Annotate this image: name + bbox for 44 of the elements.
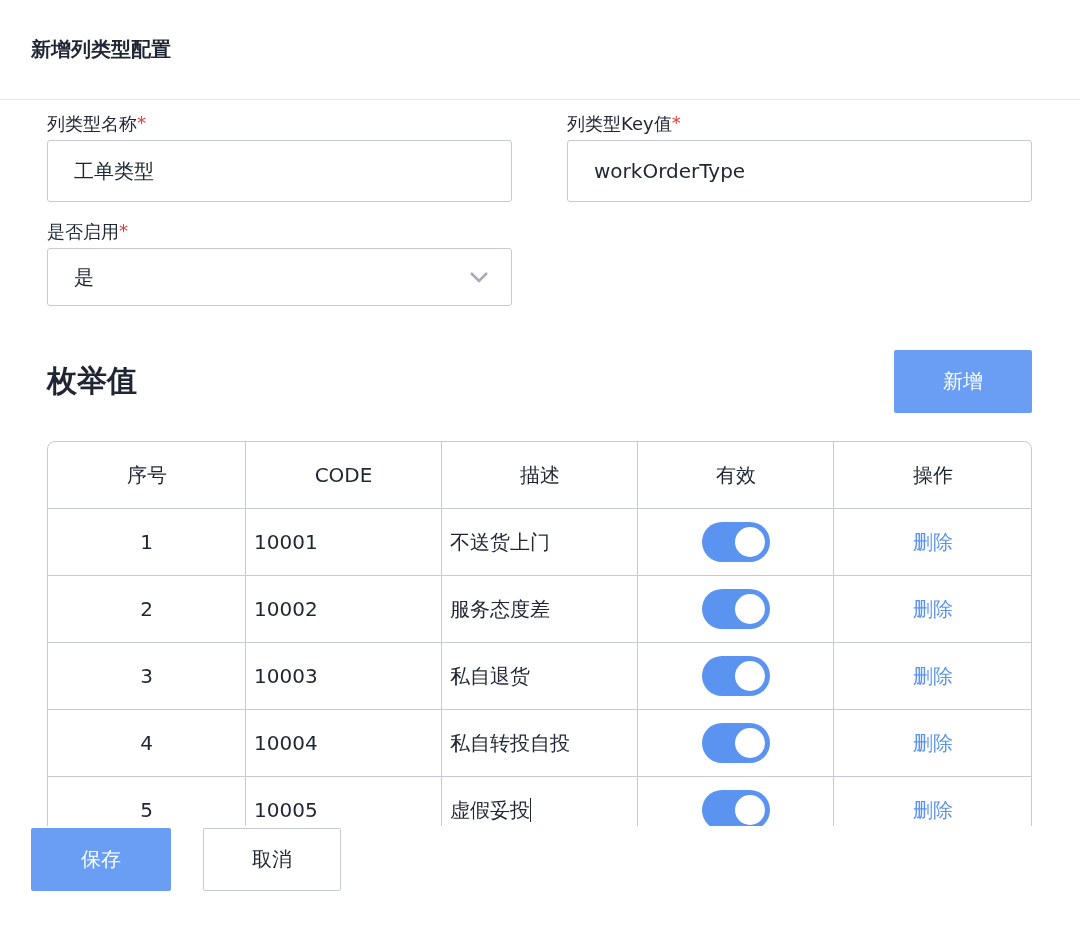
delete-link[interactable]: 删除 bbox=[912, 528, 953, 556]
table-cell-text: 5 bbox=[139, 797, 154, 824]
column-header: 操作 bbox=[833, 442, 1031, 508]
section-title: 枚举值 bbox=[47, 362, 137, 400]
table-cell: 10003 bbox=[245, 643, 441, 709]
input-field[interactable]: workOrderType bbox=[567, 140, 1032, 202]
input-field[interactable]: 工单类型 bbox=[47, 140, 512, 202]
field-label: 列类型Key值 bbox=[567, 112, 672, 136]
table-cell: 服务态度差 bbox=[441, 576, 637, 642]
add-button[interactable]: 新增 bbox=[894, 350, 1032, 413]
table-cell: 私自退货 bbox=[441, 643, 637, 709]
column-header: 序号 bbox=[125, 461, 168, 489]
table-cell: 10002 bbox=[245, 576, 441, 642]
table-cell: 不送货上门 bbox=[441, 509, 637, 575]
table-cell-text: 1 bbox=[139, 529, 154, 556]
table-cell-text: 2 bbox=[139, 596, 154, 623]
delete-link[interactable]: 删除 bbox=[912, 662, 953, 690]
field-label: 列类型名称 bbox=[47, 112, 137, 136]
delete-link[interactable]: 删除 bbox=[912, 729, 953, 757]
toggle-switch[interactable] bbox=[701, 790, 770, 826]
save-button[interactable]: 保存 bbox=[31, 828, 171, 891]
delete-link[interactable]: 删除 bbox=[912, 595, 953, 623]
chevron-down-icon bbox=[469, 271, 489, 283]
required-asterisk: * bbox=[671, 112, 681, 135]
dialog-title: 新增列类型配置 bbox=[31, 36, 171, 63]
required-asterisk: * bbox=[137, 112, 146, 135]
select-field[interactable]: 是 bbox=[47, 248, 512, 306]
table-cell: 虚假妥投 bbox=[441, 777, 637, 826]
table-cell-text: 3 bbox=[139, 663, 154, 690]
column-header: CODE bbox=[245, 442, 441, 508]
field-label: 是否启用 bbox=[47, 220, 119, 244]
table-cell: 私自转投自投 bbox=[441, 710, 637, 776]
cancel-button[interactable]: 取消 bbox=[203, 828, 341, 891]
toggle-switch[interactable] bbox=[701, 656, 770, 696]
column-header: 描述 bbox=[441, 442, 637, 508]
column-header: 有效 bbox=[637, 442, 833, 508]
toggle-switch[interactable] bbox=[701, 723, 770, 763]
table-cell: 10004 bbox=[245, 710, 441, 776]
toggle-switch[interactable] bbox=[701, 589, 770, 629]
toggle-switch[interactable] bbox=[701, 522, 770, 562]
required-asterisk: * bbox=[119, 220, 128, 243]
table-cell: 10001 bbox=[245, 509, 441, 575]
table-cell-text: 4 bbox=[139, 730, 154, 757]
delete-link[interactable]: 删除 bbox=[912, 796, 953, 824]
